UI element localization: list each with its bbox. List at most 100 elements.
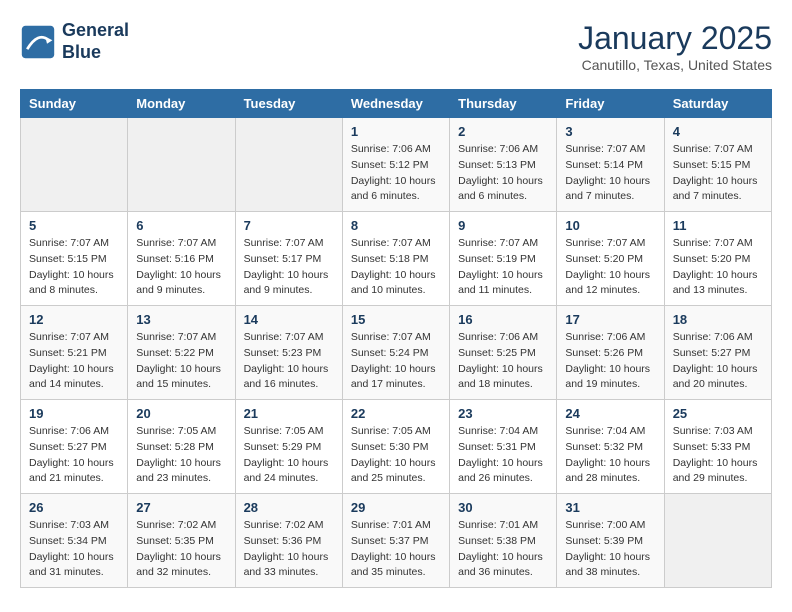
day-info: Sunrise: 7:06 AM Sunset: 5:27 PM Dayligh…: [673, 330, 763, 393]
day-info: Sunrise: 7:06 AM Sunset: 5:26 PM Dayligh…: [565, 330, 655, 393]
day-info: Sunrise: 7:01 AM Sunset: 5:38 PM Dayligh…: [458, 518, 548, 581]
calendar-cell: 26Sunrise: 7:03 AM Sunset: 5:34 PM Dayli…: [21, 494, 128, 588]
calendar-cell: [128, 118, 235, 212]
day-number: 31: [565, 500, 655, 515]
day-number: 9: [458, 218, 548, 233]
day-number: 1: [351, 124, 441, 139]
day-info: Sunrise: 7:07 AM Sunset: 5:16 PM Dayligh…: [136, 236, 226, 299]
day-info: Sunrise: 7:07 AM Sunset: 5:14 PM Dayligh…: [565, 142, 655, 205]
calendar-cell: 14 Sunrise: 7:07 AM Sunset: 5:23 PM Dayli…: [235, 306, 342, 400]
day-info: Sunrise: 7:06 AM Sunset: 5:12 PM Dayligh…: [351, 142, 441, 205]
day-number: 28: [244, 500, 334, 515]
logo-text: General Blue: [62, 20, 129, 63]
logo-line2: Blue: [62, 42, 129, 64]
weekday-header-tuesday: Tuesday: [235, 90, 342, 118]
calendar-cell: 12Sunrise: 7:07 AM Sunset: 5:21 PM Dayli…: [21, 306, 128, 400]
day-info: Sunrise: 7:02 AM Sunset: 5:35 PM Dayligh…: [136, 518, 226, 581]
calendar-cell: 6 Sunrise: 7:07 AM Sunset: 5:16 PM Daylig…: [128, 212, 235, 306]
calendar-cell: 31Sunrise: 7:00 AM Sunset: 5:39 PM Dayli…: [557, 494, 664, 588]
calendar-cell: 29 Sunrise: 7:01 AM Sunset: 5:37 PM Dayli…: [342, 494, 449, 588]
day-info: Sunrise: 7:07 AM Sunset: 5:24 PM Dayligh…: [351, 330, 441, 393]
calendar-cell: 11 Sunrise: 7:07 AM Sunset: 5:20 PM Dayli…: [664, 212, 771, 306]
day-info: Sunrise: 7:07 AM Sunset: 5:23 PM Dayligh…: [244, 330, 334, 393]
day-info: Sunrise: 7:05 AM Sunset: 5:30 PM Dayligh…: [351, 424, 441, 487]
day-number: 22: [351, 406, 441, 421]
calendar-cell: 4 Sunrise: 7:07 AM Sunset: 5:15 PM Daylig…: [664, 118, 771, 212]
day-number: 5: [29, 218, 119, 233]
day-number: 2: [458, 124, 548, 139]
weekday-header-friday: Friday: [557, 90, 664, 118]
calendar-cell: 8 Sunrise: 7:07 AM Sunset: 5:18 PM Daylig…: [342, 212, 449, 306]
calendar-week-5: 26Sunrise: 7:03 AM Sunset: 5:34 PM Dayli…: [21, 494, 772, 588]
day-number: 4: [673, 124, 763, 139]
day-info: Sunrise: 7:06 AM Sunset: 5:13 PM Dayligh…: [458, 142, 548, 205]
calendar-cell: 27Sunrise: 7:02 AM Sunset: 5:35 PM Dayli…: [128, 494, 235, 588]
day-info: Sunrise: 7:07 AM Sunset: 5:18 PM Dayligh…: [351, 236, 441, 299]
day-number: 25: [673, 406, 763, 421]
day-number: 21: [244, 406, 334, 421]
day-number: 29: [351, 500, 441, 515]
day-info: Sunrise: 7:07 AM Sunset: 5:19 PM Dayligh…: [458, 236, 548, 299]
calendar-cell: 17 Sunrise: 7:06 AM Sunset: 5:26 PM Dayli…: [557, 306, 664, 400]
day-number: 14: [244, 312, 334, 327]
day-info: Sunrise: 7:07 AM Sunset: 5:20 PM Dayligh…: [565, 236, 655, 299]
day-info: Sunrise: 7:04 AM Sunset: 5:32 PM Dayligh…: [565, 424, 655, 487]
day-info: Sunrise: 7:07 AM Sunset: 5:17 PM Dayligh…: [244, 236, 334, 299]
calendar-week-2: 5 Sunrise: 7:07 AM Sunset: 5:15 PM Daylig…: [21, 212, 772, 306]
weekday-header-saturday: Saturday: [664, 90, 771, 118]
calendar-week-3: 12Sunrise: 7:07 AM Sunset: 5:21 PM Dayli…: [21, 306, 772, 400]
calendar-cell: 21 Sunrise: 7:05 AM Sunset: 5:29 PM Dayli…: [235, 400, 342, 494]
day-info: Sunrise: 7:05 AM Sunset: 5:29 PM Dayligh…: [244, 424, 334, 487]
calendar-cell: 30 Sunrise: 7:01 AM Sunset: 5:38 PM Dayli…: [450, 494, 557, 588]
day-number: 16: [458, 312, 548, 327]
day-info: Sunrise: 7:01 AM Sunset: 5:37 PM Dayligh…: [351, 518, 441, 581]
day-number: 6: [136, 218, 226, 233]
calendar-week-1: 1 Sunrise: 7:06 AM Sunset: 5:12 PM Daylig…: [21, 118, 772, 212]
calendar-cell: 9 Sunrise: 7:07 AM Sunset: 5:19 PM Daylig…: [450, 212, 557, 306]
weekday-header-thursday: Thursday: [450, 90, 557, 118]
day-number: 23: [458, 406, 548, 421]
calendar-cell: 19Sunrise: 7:06 AM Sunset: 5:27 PM Dayli…: [21, 400, 128, 494]
day-number: 10: [565, 218, 655, 233]
day-number: 17: [565, 312, 655, 327]
calendar-cell: 15Sunrise: 7:07 AM Sunset: 5:24 PM Dayli…: [342, 306, 449, 400]
day-number: 18: [673, 312, 763, 327]
day-info: Sunrise: 7:07 AM Sunset: 5:15 PM Dayligh…: [29, 236, 119, 299]
day-info: Sunrise: 7:07 AM Sunset: 5:15 PM Dayligh…: [673, 142, 763, 205]
calendar-cell: [21, 118, 128, 212]
day-info: Sunrise: 7:06 AM Sunset: 5:27 PM Dayligh…: [29, 424, 119, 487]
day-info: Sunrise: 7:03 AM Sunset: 5:33 PM Dayligh…: [673, 424, 763, 487]
day-info: Sunrise: 7:05 AM Sunset: 5:28 PM Dayligh…: [136, 424, 226, 487]
weekday-header-wednesday: Wednesday: [342, 90, 449, 118]
calendar-cell: 20Sunrise: 7:05 AM Sunset: 5:28 PM Dayli…: [128, 400, 235, 494]
day-number: 30: [458, 500, 548, 515]
calendar-week-4: 19Sunrise: 7:06 AM Sunset: 5:27 PM Dayli…: [21, 400, 772, 494]
day-number: 11: [673, 218, 763, 233]
logo: General Blue: [20, 20, 129, 63]
calendar-cell: [664, 494, 771, 588]
day-number: 13: [136, 312, 226, 327]
calendar-cell: 13Sunrise: 7:07 AM Sunset: 5:22 PM Dayli…: [128, 306, 235, 400]
calendar-cell: 16 Sunrise: 7:06 AM Sunset: 5:25 PM Dayli…: [450, 306, 557, 400]
day-info: Sunrise: 7:06 AM Sunset: 5:25 PM Dayligh…: [458, 330, 548, 393]
day-number: 8: [351, 218, 441, 233]
weekday-header-monday: Monday: [128, 90, 235, 118]
calendar-cell: [235, 118, 342, 212]
day-info: Sunrise: 7:04 AM Sunset: 5:31 PM Dayligh…: [458, 424, 548, 487]
title-block: January 2025 Canutillo, Texas, United St…: [578, 20, 772, 73]
calendar-cell: 3Sunrise: 7:07 AM Sunset: 5:14 PM Daylig…: [557, 118, 664, 212]
day-info: Sunrise: 7:07 AM Sunset: 5:20 PM Dayligh…: [673, 236, 763, 299]
calendar-cell: 7 Sunrise: 7:07 AM Sunset: 5:17 PM Daylig…: [235, 212, 342, 306]
calendar-subtitle: Canutillo, Texas, United States: [578, 57, 772, 73]
calendar-cell: 25 Sunrise: 7:03 AM Sunset: 5:33 PM Dayli…: [664, 400, 771, 494]
day-number: 24: [565, 406, 655, 421]
calendar-cell: 23 Sunrise: 7:04 AM Sunset: 5:31 PM Dayli…: [450, 400, 557, 494]
day-info: Sunrise: 7:03 AM Sunset: 5:34 PM Dayligh…: [29, 518, 119, 581]
day-number: 7: [244, 218, 334, 233]
calendar-cell: 22 Sunrise: 7:05 AM Sunset: 5:30 PM Dayli…: [342, 400, 449, 494]
calendar-cell: 1 Sunrise: 7:06 AM Sunset: 5:12 PM Daylig…: [342, 118, 449, 212]
weekday-header-sunday: Sunday: [21, 90, 128, 118]
day-info: Sunrise: 7:02 AM Sunset: 5:36 PM Dayligh…: [244, 518, 334, 581]
calendar-cell: 10 Sunrise: 7:07 AM Sunset: 5:20 PM Dayli…: [557, 212, 664, 306]
calendar-cell: 2 Sunrise: 7:06 AM Sunset: 5:13 PM Daylig…: [450, 118, 557, 212]
